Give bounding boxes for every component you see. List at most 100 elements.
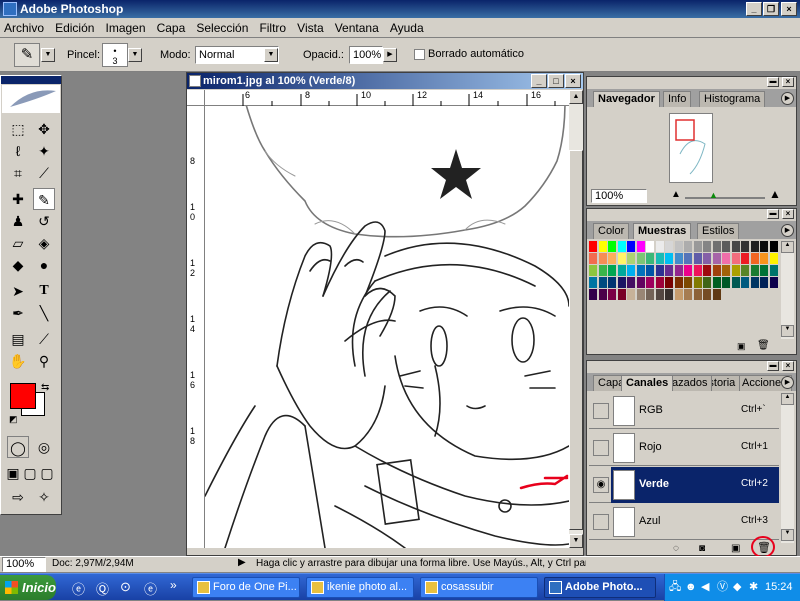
color-swatch[interactable] — [769, 277, 778, 288]
blur-tool-icon[interactable]: ◆ — [7, 254, 29, 276]
channels-scrollbar[interactable]: ▲ ▼ — [781, 393, 794, 543]
screen-mode-standard-icon[interactable]: ▣ — [5, 462, 21, 484]
color-swatch[interactable] — [712, 253, 721, 264]
color-swatch[interactable] — [741, 253, 749, 264]
zoom-in-icon[interactable]: ▲ — [769, 187, 781, 201]
standard-mode-icon[interactable]: ◯ — [7, 436, 29, 458]
color-swatch[interactable] — [703, 241, 711, 252]
color-swatch[interactable] — [608, 277, 616, 288]
document-vertical-scrollbar[interactable]: ▲ ▼ — [569, 90, 583, 548]
swatches-scroll-up[interactable]: ▲ — [781, 241, 794, 253]
doc-close-button[interactable]: × — [565, 74, 581, 88]
color-swatch[interactable] — [693, 265, 702, 276]
tab-navegador[interactable]: Navegador — [593, 91, 660, 107]
menu-imagen[interactable]: Imagen — [102, 18, 150, 38]
scroll-up-arrow[interactable]: ▲ — [569, 90, 583, 104]
scroll-thumb[interactable] — [569, 150, 583, 530]
color-swatch[interactable] — [636, 241, 645, 252]
color-swatch[interactable] — [598, 277, 607, 288]
color-swatch[interactable] — [665, 289, 673, 300]
color-swatch[interactable] — [750, 277, 759, 288]
opacity-slider-button[interactable]: ▶ — [383, 48, 397, 62]
screen-mode-full-icon[interactable]: ▢ — [39, 462, 55, 484]
color-swatch[interactable] — [646, 241, 654, 252]
color-swatch[interactable] — [589, 289, 597, 300]
quicklaunch-ie-icon[interactable]: ⓔ — [72, 579, 85, 598]
color-swatch[interactable] — [712, 277, 721, 288]
color-swatch[interactable] — [617, 277, 626, 288]
color-swatch[interactable] — [627, 265, 635, 276]
tab-muestras[interactable]: Muestras — [633, 223, 692, 239]
tray-antivirus-icon[interactable]: Ⓥ — [717, 574, 728, 601]
healing-brush-tool-icon[interactable]: ✚ — [7, 188, 29, 210]
channels-scroll-down[interactable]: ▼ — [781, 529, 794, 541]
color-swatch[interactable] — [627, 253, 635, 264]
color-swatch[interactable] — [722, 277, 730, 288]
color-swatch[interactable] — [741, 277, 749, 288]
eraser-tool-icon[interactable]: ▱ — [7, 232, 29, 254]
status-menu-arrow-icon[interactable]: ▶ — [238, 557, 246, 568]
color-swatch[interactable] — [712, 289, 721, 300]
color-swatch[interactable] — [741, 241, 749, 252]
tray-messenger-icon[interactable]: ☻ — [685, 574, 697, 601]
minimize-button[interactable]: _ — [746, 2, 762, 16]
zoom-tool-icon[interactable]: ⚲ — [33, 350, 55, 372]
color-swatch[interactable] — [693, 241, 702, 252]
color-swatch[interactable] — [665, 277, 673, 288]
load-selection-icon[interactable]: ◌ — [673, 543, 679, 554]
color-swatch[interactable] — [674, 289, 683, 300]
color-swatch[interactable] — [760, 277, 768, 288]
color-swatch[interactable] — [703, 277, 711, 288]
brush-dropdown[interactable]: ▼ — [128, 48, 142, 62]
tab-estilos[interactable]: Estilos — [697, 223, 740, 239]
brush-picker[interactable]: • 3 — [102, 43, 128, 67]
channel-row-verde[interactable]: ◉ Verde Ctrl+2 — [589, 467, 779, 503]
status-zoom-input[interactable]: 100% — [2, 557, 46, 572]
task-adobe-photoshop[interactable]: Adobe Photo... — [544, 577, 656, 598]
color-swatch[interactable] — [731, 253, 740, 264]
color-swatch[interactable] — [760, 253, 768, 264]
color-swatch[interactable] — [741, 265, 749, 276]
color-swatch[interactable] — [769, 241, 778, 252]
pencil-preset-icon[interactable]: ✎ — [14, 43, 40, 67]
color-swatch[interactable] — [636, 265, 645, 276]
menu-ayuda[interactable]: Ayuda — [386, 18, 428, 38]
color-swatch[interactable] — [722, 253, 730, 264]
zoom-out-icon[interactable]: ▲ — [671, 189, 681, 200]
color-swatch[interactable] — [589, 241, 597, 252]
swatches-menu-button[interactable]: ▶ — [781, 224, 794, 237]
task-cosassubir[interactable]: cosassubir — [420, 577, 538, 598]
channels-minimize-button[interactable]: ▬ — [767, 361, 779, 371]
color-swatch[interactable] — [655, 289, 664, 300]
color-swatch[interactable] — [627, 241, 635, 252]
navigator-close-button[interactable]: × — [782, 77, 794, 87]
color-swatch[interactable] — [598, 265, 607, 276]
lasso-tool-icon[interactable]: ℓ — [7, 140, 29, 162]
channel-row-rojo[interactable]: Rojo Ctrl+1 — [589, 430, 779, 466]
color-swatch[interactable] — [674, 265, 683, 276]
default-colors-icon[interactable]: ◩ — [9, 414, 18, 425]
channels-scroll-up[interactable]: ▲ — [781, 393, 794, 405]
line-tool-icon[interactable]: ╲ — [33, 302, 55, 324]
color-swatch[interactable] — [703, 253, 711, 264]
maximize-button[interactable]: ❐ — [763, 2, 779, 16]
paint-bucket-tool-icon[interactable]: ◈ — [33, 232, 55, 254]
tab-info[interactable]: Info — [663, 91, 692, 107]
delete-swatch-icon[interactable]: 🗑 — [757, 340, 770, 351]
mode-dropdown-arrow[interactable]: ▼ — [264, 48, 278, 62]
history-brush-tool-icon[interactable]: ↺ — [33, 210, 55, 232]
color-swatch[interactable] — [608, 289, 616, 300]
scroll-down-arrow[interactable]: ▼ — [569, 534, 583, 548]
color-swatch[interactable] — [598, 289, 607, 300]
color-swatch[interactable] — [646, 265, 654, 276]
hand-tool-icon[interactable]: ✋ — [7, 350, 29, 372]
navigator-menu-button[interactable]: ▶ — [781, 92, 794, 105]
color-swatch[interactable] — [750, 265, 759, 276]
screen-mode-menu-icon[interactable]: ▢ — [22, 462, 38, 484]
visibility-toggle[interactable] — [593, 403, 609, 419]
swatches-close-button[interactable]: × — [782, 209, 794, 219]
color-swatch[interactable] — [712, 241, 721, 252]
navigator-zoom-input[interactable]: 100% — [591, 189, 647, 203]
color-swatch[interactable] — [760, 241, 768, 252]
ruler-left[interactable]: 8 1 0 1 2 1 4 1 6 1 8 — [187, 106, 205, 548]
